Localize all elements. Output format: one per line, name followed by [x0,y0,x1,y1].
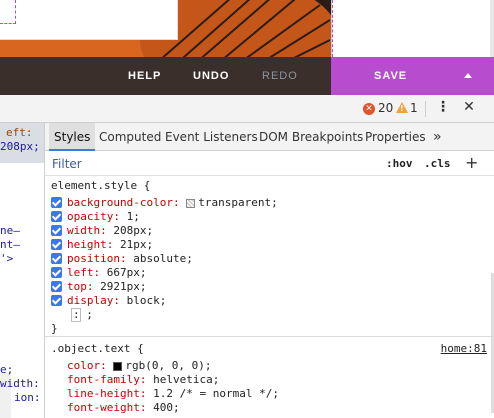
property-name[interactable]: background-color [67,196,173,209]
source-link[interactable]: home:81 [441,342,487,355]
property-value[interactable]: rgb(0, 0, 0); [125,359,211,372]
redo-button[interactable]: REDO [262,57,298,95]
rule-selector[interactable]: element.style { [51,179,150,192]
editing-text[interactable]: : ; [73,308,93,321]
property-name[interactable]: left [67,266,94,279]
selection-outline [0,0,16,24]
declaration-checkbox[interactable] [51,281,62,292]
tab-dom-breakpoints[interactable]: DOM Breakpoints [259,123,363,151]
property-value[interactable]: 21px; [120,238,153,251]
save-button[interactable]: SAVE [331,57,494,95]
color-swatch-icon[interactable] [113,361,123,371]
property-name[interactable]: line-height [67,387,140,400]
property-name[interactable]: color [67,359,100,372]
web-page-preview [0,0,494,57]
property-name[interactable]: width [67,224,100,237]
declaration-checkbox[interactable] [51,253,62,264]
kebab-menu-icon[interactable]: ⋮ [436,99,450,115]
hov-toggle[interactable]: :hov [386,157,413,170]
hero-photo [0,0,331,57]
elements-line[interactable]: ion: [14,391,41,404]
declaration-checkbox[interactable] [51,239,62,250]
property-value[interactable]: 400; [153,401,180,414]
property-name[interactable]: position [67,252,120,265]
devtools-header: ✕ 20 ! 1 ⋮ ✕ [0,95,494,123]
editor-toolbar: HELP UNDO REDO SAVE [0,57,494,95]
declaration-checkbox[interactable] [51,267,62,278]
error-count[interactable]: 20 [378,101,393,115]
page-text-block [0,0,178,40]
tab-properties[interactable]: Properties [365,123,426,151]
property-name[interactable]: font-weight [67,401,140,414]
color-swatch-icon[interactable] [186,198,196,208]
undo-button[interactable]: UNDO [193,57,229,95]
warning-count[interactable]: 1 [410,101,418,115]
property-value[interactable]: transparent; [198,196,277,209]
page-right-column [331,0,494,57]
styles-panel: Styles Computed Event Listeners DOM Brea… [45,123,494,418]
property-value[interactable]: helvetica; [153,373,219,386]
elements-panel[interactable]: eft: 208px; ne– nt– '> e; width: ion: [0,123,45,418]
filter-input[interactable]: Filter [52,157,82,171]
elements-line[interactable]: 208px; [0,140,40,153]
declaration-checkbox[interactable] [51,295,62,306]
add-rule-icon[interactable]: + [465,153,478,172]
caret-up-icon[interactable] [464,73,472,78]
elements-line[interactable]: width: [0,377,40,390]
sidebar-tab-bar: Styles Computed Event Listeners DOM Brea… [45,123,494,151]
elements-line[interactable]: nt– [0,238,20,251]
save-label: SAVE [374,70,408,82]
more-tabs-icon[interactable]: » [433,123,442,151]
rule-selector[interactable]: .object.text { [51,342,144,355]
tab-styles[interactable]: Styles [49,123,96,151]
tab-computed[interactable]: Computed [99,123,161,151]
elements-line[interactable]: e; [0,363,13,376]
tab-event-listeners[interactable]: Event Listeners [165,123,258,151]
filter-bar: Filter :hov .cls + [45,152,494,176]
divider [425,101,426,117]
property-value[interactable]: 208px; [113,224,153,237]
property-value[interactable]: absolute; [133,252,193,265]
property-value[interactable]: 2921px; [100,280,146,293]
property-name[interactable]: display [67,294,113,307]
property-value[interactable]: 667px; [107,266,147,279]
property-name[interactable]: opacity [67,210,113,223]
error-icon[interactable]: ✕ [363,103,375,115]
elements-line[interactable]: eft: [6,126,33,139]
help-button[interactable]: HELP [128,57,161,95]
property-value[interactable]: 1.2 /* = normal */; [153,387,279,400]
rule-close-brace: } [51,322,58,335]
elements-line[interactable]: '> [0,252,13,265]
property-value[interactable]: block; [127,294,167,307]
style-rule: element.style { background-color: transp… [45,177,494,337]
declaration-checkbox[interactable] [51,197,62,208]
style-rule: .object.text { home:81 color: rgb(0, 0, … [51,342,487,414]
property-name[interactable]: font-family [67,373,140,386]
property-value[interactable]: 1; [127,210,140,223]
close-icon[interactable]: ✕ [462,99,476,115]
property-name[interactable]: top [67,280,87,293]
property-name[interactable]: height [67,238,107,251]
cls-toggle[interactable]: .cls [424,157,451,170]
declaration-checkbox[interactable] [51,211,62,222]
elements-line[interactable]: ne– [0,224,20,237]
declaration-checkbox[interactable] [51,225,62,236]
